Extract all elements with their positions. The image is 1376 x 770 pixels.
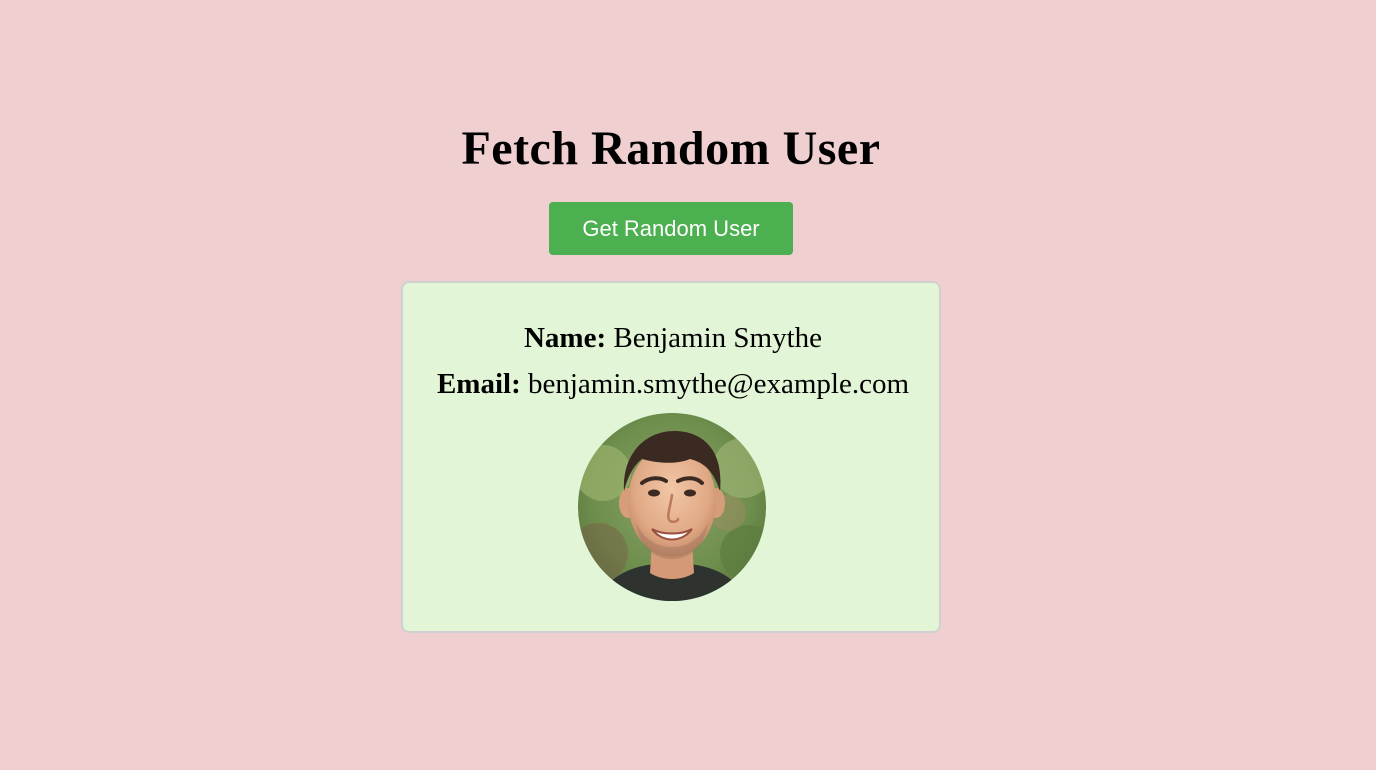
get-random-user-button[interactable]: Get Random User [549,202,793,255]
user-avatar-photo [578,413,766,601]
email-label: Email: [436,368,521,400]
user-email-row: Email: benjamin.smythe@example.com [403,367,943,401]
name-label: Name: [523,322,607,354]
page: Fetch Random User Get Random User Name: … [0,0,1376,770]
page-title: Fetch Random User [461,122,881,175]
email-value: benjamin.smythe@example.com [527,368,910,400]
name-value: Benjamin Smythe [613,322,822,354]
user-avatar [578,413,766,601]
user-card: Name: Benjamin Smythe Email: benjamin.sm… [401,281,941,633]
user-name-row: Name: Benjamin Smythe [403,321,943,355]
